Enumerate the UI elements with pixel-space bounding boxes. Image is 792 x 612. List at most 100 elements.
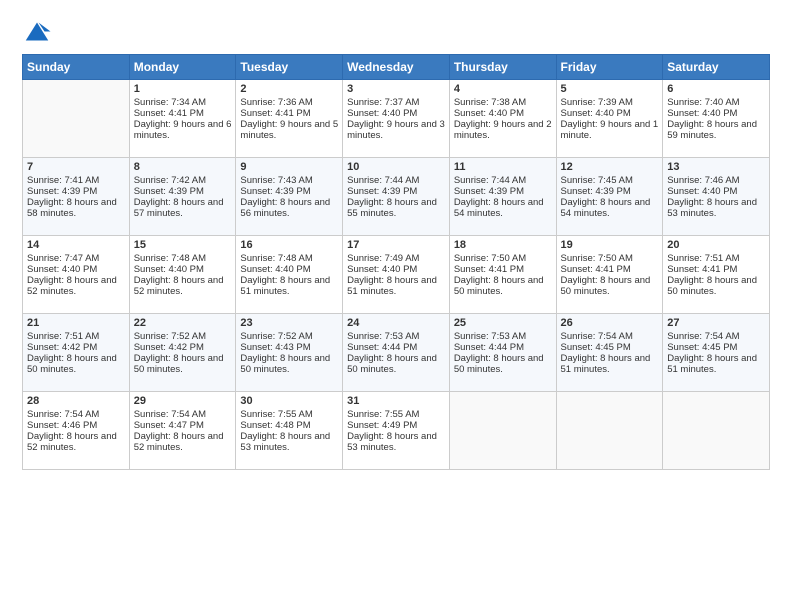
day-number: 21 (27, 317, 125, 329)
day-info: Sunset: 4:41 PM (667, 264, 765, 275)
header (22, 18, 770, 48)
day-info: Sunrise: 7:51 AM (667, 253, 765, 264)
calendar-cell: 18 Sunrise: 7:50 AMSunset: 4:41 PMDayligh… (449, 236, 556, 314)
calendar-cell (449, 392, 556, 470)
day-info: Sunset: 4:41 PM (454, 264, 552, 275)
day-info: Daylight: 8 hours and 59 minutes. (667, 119, 765, 141)
calendar-cell: 26Sunrise: 7:54 AMSunset: 4:45 PMDayligh… (556, 314, 663, 392)
day-number: 7 (27, 161, 125, 173)
day-info: Sunrise: 7:37 AM (347, 97, 445, 108)
day-info: Daylight: 8 hours and 50 minutes. (454, 275, 552, 297)
calendar-cell: 15 Sunrise: 7:48 AMSunset: 4:40 PMDayligh… (129, 236, 236, 314)
day-info: Daylight: 8 hours and 51 minutes. (667, 353, 765, 375)
day-info: Sunrise: 7:45 AM (561, 175, 659, 186)
header-row: SundayMondayTuesdayWednesdayThursdayFrid… (23, 55, 770, 80)
day-info: Daylight: 9 hours and 2 minutes. (454, 119, 552, 141)
day-info: Sunrise: 7:54 AM (667, 331, 765, 342)
day-info: Sunset: 4:39 PM (240, 186, 338, 197)
day-info: Sunrise: 7:41 AM (27, 175, 125, 186)
day-number: 12 (561, 161, 659, 173)
calendar-body: 1Sunrise: 7:34 AMSunset: 4:41 PMDaylight… (23, 80, 770, 470)
day-info: Daylight: 8 hours and 53 minutes. (667, 197, 765, 219)
day-info: Sunrise: 7:36 AM (240, 97, 338, 108)
day-info: Sunset: 4:40 PM (454, 108, 552, 119)
calendar-cell: 17Sunrise: 7:49 AMSunset: 4:40 PMDayligh… (343, 236, 450, 314)
calendar-cell: 9Sunrise: 7:43 AMSunset: 4:39 PMDaylight… (236, 158, 343, 236)
day-info: Daylight: 8 hours and 51 minutes. (347, 275, 445, 297)
calendar-week-1: 7Sunrise: 7:41 AMSunset: 4:39 PMDaylight… (23, 158, 770, 236)
calendar-cell: 11Sunrise: 7:44 AMSunset: 4:39 PMDayligh… (449, 158, 556, 236)
day-info: Sunset: 4:40 PM (240, 264, 338, 275)
calendar-cell: 14Sunrise: 7:47 AMSunset: 4:40 PMDayligh… (23, 236, 130, 314)
calendar-cell: 31Sunrise: 7:55 AMSunset: 4:49 PMDayligh… (343, 392, 450, 470)
day-number: 28 (27, 395, 125, 407)
logo-icon (22, 18, 52, 48)
day-info: Sunrise: 7:40 AM (667, 97, 765, 108)
day-info: Sunrise: 7:34 AM (134, 97, 232, 108)
day-info: Sunset: 4:42 PM (27, 342, 125, 353)
calendar-cell: 21Sunrise: 7:51 AMSunset: 4:42 PMDayligh… (23, 314, 130, 392)
day-info: Daylight: 8 hours and 56 minutes. (240, 197, 338, 219)
header-day-wednesday: Wednesday (343, 55, 450, 80)
day-info: Daylight: 8 hours and 50 minutes. (667, 275, 765, 297)
day-info: Sunrise: 7:54 AM (134, 409, 232, 420)
day-number: 22 (134, 317, 232, 329)
day-info: Sunrise: 7:42 AM (134, 175, 232, 186)
day-info: Sunrise: 7:50 AM (454, 253, 552, 264)
day-info: Daylight: 8 hours and 58 minutes. (27, 197, 125, 219)
header-day-saturday: Saturday (663, 55, 770, 80)
day-number: 31 (347, 395, 445, 407)
calendar-cell: 20 Sunrise: 7:51 AMSunset: 4:41 PMDayligh… (663, 236, 770, 314)
day-info: Sunset: 4:46 PM (27, 420, 125, 431)
day-info: Daylight: 8 hours and 55 minutes. (347, 197, 445, 219)
calendar-cell: 13Sunrise: 7:46 AMSunset: 4:40 PMDayligh… (663, 158, 770, 236)
day-number: 15 (134, 239, 232, 251)
calendar-table: SundayMondayTuesdayWednesdayThursdayFrid… (22, 54, 770, 470)
day-info: Sunset: 4:40 PM (347, 264, 445, 275)
calendar-cell: 28Sunrise: 7:54 AMSunset: 4:46 PMDayligh… (23, 392, 130, 470)
day-number: 6 (667, 83, 765, 95)
day-info: Sunset: 4:40 PM (134, 264, 232, 275)
day-info: Sunset: 4:44 PM (347, 342, 445, 353)
calendar-cell (23, 80, 130, 158)
day-number: 19 (561, 239, 659, 251)
day-info: Daylight: 8 hours and 52 minutes. (134, 275, 232, 297)
calendar-cell: 7 Sunrise: 7:41 AMSunset: 4:39 PMDaylight… (23, 158, 130, 236)
day-number: 1 (134, 83, 232, 95)
header-day-thursday: Thursday (449, 55, 556, 80)
day-number: 4 (454, 83, 552, 95)
day-info: Sunrise: 7:50 AM (561, 253, 659, 264)
calendar-cell: 8Sunrise: 7:42 AMSunset: 4:39 PMDaylight… (129, 158, 236, 236)
day-number: 20 (667, 239, 765, 251)
day-info: Sunset: 4:43 PM (240, 342, 338, 353)
day-info: Sunrise: 7:48 AM (134, 253, 232, 264)
day-info: Sunrise: 7:49 AM (347, 253, 445, 264)
day-info: Sunset: 4:40 PM (561, 108, 659, 119)
day-number: 30 (240, 395, 338, 407)
day-number: 16 (240, 239, 338, 251)
day-info: Daylight: 9 hours and 1 minute. (561, 119, 659, 141)
day-info: Sunset: 4:39 PM (561, 186, 659, 197)
day-info: Daylight: 8 hours and 51 minutes. (240, 275, 338, 297)
day-info: Daylight: 8 hours and 54 minutes. (561, 197, 659, 219)
day-info: Daylight: 8 hours and 50 minutes. (27, 353, 125, 375)
day-info: Sunrise: 7:44 AM (347, 175, 445, 186)
calendar-cell: 27Sunrise: 7:54 AMSunset: 4:45 PMDayligh… (663, 314, 770, 392)
day-info: Sunrise: 7:54 AM (561, 331, 659, 342)
calendar-cell: 30Sunrise: 7:55 AMSunset: 4:48 PMDayligh… (236, 392, 343, 470)
calendar-cell: 4Sunrise: 7:38 AMSunset: 4:40 PMDaylight… (449, 80, 556, 158)
day-info: Sunrise: 7:52 AM (240, 331, 338, 342)
day-info: Sunset: 4:39 PM (27, 186, 125, 197)
calendar-cell: 22Sunrise: 7:52 AMSunset: 4:42 PMDayligh… (129, 314, 236, 392)
page: SundayMondayTuesdayWednesdayThursdayFrid… (0, 0, 792, 612)
calendar-header: SundayMondayTuesdayWednesdayThursdayFrid… (23, 55, 770, 80)
calendar-cell: 24Sunrise: 7:53 AMSunset: 4:44 PMDayligh… (343, 314, 450, 392)
day-info: Daylight: 8 hours and 52 minutes. (27, 275, 125, 297)
day-number: 18 (454, 239, 552, 251)
day-info: Daylight: 9 hours and 3 minutes. (347, 119, 445, 141)
day-number: 11 (454, 161, 552, 173)
day-info: Sunset: 4:40 PM (667, 186, 765, 197)
day-number: 5 (561, 83, 659, 95)
calendar-cell: 19Sunrise: 7:50 AMSunset: 4:41 PMDayligh… (556, 236, 663, 314)
calendar-week-4: 28Sunrise: 7:54 AMSunset: 4:46 PMDayligh… (23, 392, 770, 470)
